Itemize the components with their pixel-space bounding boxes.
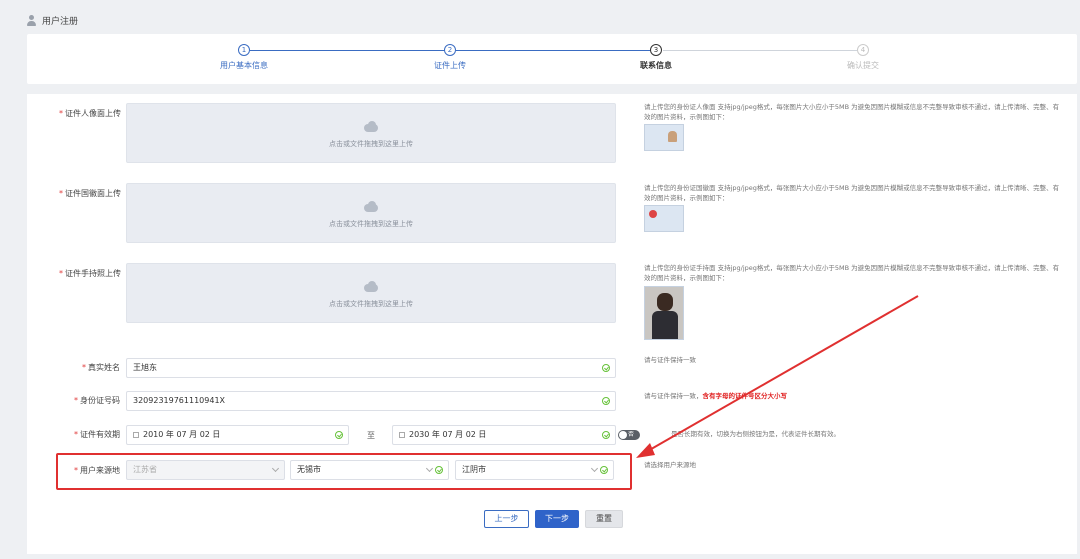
step-number: 3 bbox=[650, 44, 662, 56]
step-label: 用户基本信息 bbox=[220, 61, 268, 70]
valid-check-icon bbox=[602, 431, 610, 439]
user-icon bbox=[26, 14, 37, 26]
validity-end-date[interactable]: 2030 年 07 月 02 日 bbox=[392, 425, 616, 445]
page-header: 用户注册 bbox=[26, 8, 78, 32]
steps-bar: 1 用户基本信息 2 证件上传 3 联系信息 4 确认提交 bbox=[27, 34, 1077, 84]
step-number: 2 bbox=[444, 44, 456, 56]
next-step-button[interactable]: 下一步 bbox=[535, 510, 579, 528]
validity-end-value: 2030 年 07 月 02 日 bbox=[409, 430, 487, 439]
region-highlight-annotation bbox=[56, 453, 632, 490]
valid-check-icon bbox=[602, 364, 610, 372]
step-id-upload[interactable]: 2 证件上传 bbox=[390, 44, 510, 71]
valid-check-icon bbox=[602, 397, 610, 405]
upload-hint: 点击或文件拖拽到这里上传 bbox=[329, 220, 413, 228]
upload-hold-caption: 请与证件保持一致 bbox=[644, 356, 696, 364]
prev-step-button[interactable]: 上一步 bbox=[484, 510, 529, 528]
validity-help: 是否长期有效，切换为右侧按钮为是，代表证件长期有效。 bbox=[671, 430, 840, 438]
case-sensitive-warning: 含有字母的证件号区分大小写 bbox=[702, 392, 788, 400]
step-label: 确认提交 bbox=[847, 61, 879, 70]
step-label: 联系信息 bbox=[640, 61, 672, 70]
id-number-help: 请与证件保持一致，含有字母的证件号区分大小写 bbox=[644, 392, 788, 400]
real-name-value: 王旭东 bbox=[133, 363, 157, 372]
upload-hold-label: * 证件手持照上传 bbox=[59, 269, 121, 278]
cloud-upload-icon bbox=[362, 201, 380, 212]
region-help: 请选择用户来源地 bbox=[644, 461, 696, 469]
id-front-sample-image bbox=[644, 124, 684, 151]
upload-back-dropzone[interactable]: 点击或文件拖拽到这里上传 bbox=[126, 183, 616, 243]
toggle-label: 否 bbox=[628, 431, 635, 438]
validity-start-date[interactable]: 2010 年 07 月 02 日 bbox=[126, 425, 349, 445]
id-number-label: * 身份证号码 bbox=[74, 396, 120, 405]
upload-front-help: 请上传您的身份证人像面 支持jpg/jpeg格式，每张图片大小应小于5MB 为避… bbox=[644, 103, 1060, 121]
upload-back-label: * 证件国徽面上传 bbox=[59, 189, 121, 198]
id-number-input[interactable]: 320923197611109​41X bbox=[126, 391, 616, 411]
upload-hint: 点击或文件拖拽到这里上传 bbox=[329, 140, 413, 148]
step-number: 4 bbox=[857, 44, 869, 56]
page-title: 用户注册 bbox=[42, 16, 79, 27]
long-term-toggle[interactable]: 否 bbox=[618, 430, 640, 440]
id-number-value: 320923197611109​41X bbox=[133, 396, 226, 405]
calendar-icon bbox=[133, 432, 139, 438]
step-confirm: 4 确认提交 bbox=[803, 44, 923, 71]
step-basic-info[interactable]: 1 用户基本信息 bbox=[184, 44, 304, 71]
step-number: 1 bbox=[238, 44, 250, 56]
cloud-upload-icon bbox=[362, 121, 380, 132]
upload-back-help: 请上传您的身份证国徽面 支持jpg/jpeg格式，每张图片大小应小于5MB 为避… bbox=[644, 184, 1060, 202]
calendar-icon bbox=[399, 432, 405, 438]
upload-hold-help: 请上传您的身份证手持面 支持jpg/jpeg格式，每张图片大小应小于5MB 为避… bbox=[644, 264, 1060, 282]
upload-hint: 点击或文件拖拽到这里上传 bbox=[329, 300, 413, 308]
valid-check-icon bbox=[335, 431, 343, 439]
upload-front-dropzone[interactable]: 点击或文件拖拽到这里上传 bbox=[126, 103, 616, 163]
upload-front-label: * 证件人像面上传 bbox=[59, 109, 121, 118]
upload-hold-dropzone[interactable]: 点击或文件拖拽到这里上传 bbox=[126, 263, 616, 323]
name-label: * 真实姓名 bbox=[82, 363, 120, 372]
cloud-upload-icon bbox=[362, 281, 380, 292]
reset-button[interactable]: 重置 bbox=[585, 510, 623, 528]
step-contact-info[interactable]: 3 联系信息 bbox=[596, 44, 716, 71]
hold-id-sample-image bbox=[644, 286, 684, 340]
step-label: 证件上传 bbox=[434, 61, 466, 70]
date-range-separator: 至 bbox=[367, 431, 375, 440]
validity-label: * 证件有效期 bbox=[74, 430, 120, 439]
validity-start-value: 2010 年 07 月 02 日 bbox=[143, 430, 221, 439]
id-back-sample-image bbox=[644, 205, 684, 232]
real-name-input[interactable]: 王旭东 bbox=[126, 358, 616, 378]
